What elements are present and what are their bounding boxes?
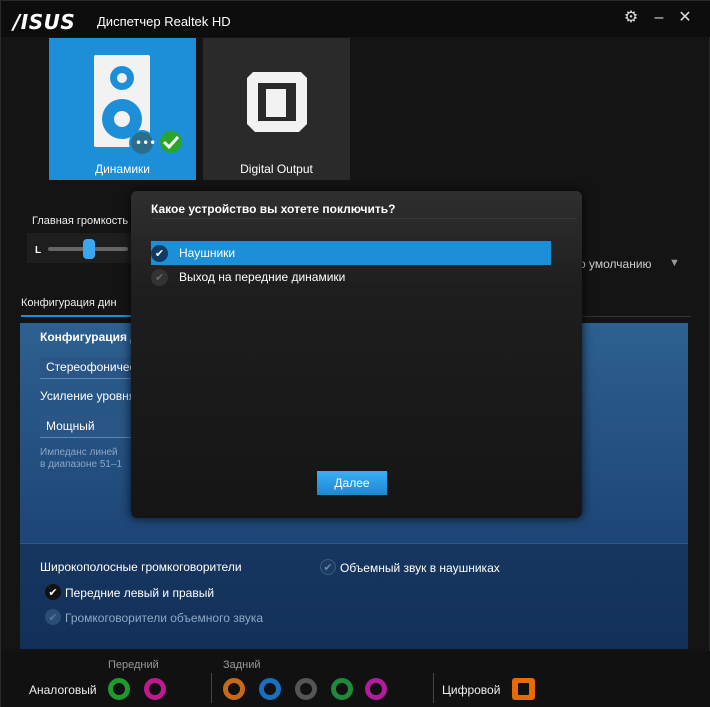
app-title: Диспетчер Realtek HD <box>97 14 231 29</box>
digital-label: Цифровой <box>442 683 501 697</box>
volume-slider-knob[interactable] <box>83 239 95 259</box>
surround-checkbox[interactable]: ✔ <box>45 609 61 625</box>
rear-jack-orange[interactable] <box>223 678 245 700</box>
jack-separator <box>211 673 212 703</box>
realtek-window: /ISUS Диспетчер Realtek HD ⚙ – ✕ ••• Дин… <box>0 0 710 707</box>
minimize-button[interactable]: – <box>650 9 668 27</box>
jack-separator-digital <box>433 673 434 703</box>
option-headphones-label: Наушники <box>179 246 236 260</box>
digital-output-icon <box>247 72 307 132</box>
impedance-line-1: Импеданс линей <box>40 447 118 458</box>
device-label-speakers: Динамики <box>94 162 151 176</box>
config-heading: Конфигурация д <box>40 330 139 344</box>
check-icon: ✔ <box>151 269 168 286</box>
dialog-divider <box>151 218 577 219</box>
device-tile-speakers[interactable]: ••• Динамики <box>49 38 196 180</box>
rear-jack-green[interactable] <box>331 678 353 700</box>
impedance-line-2: в диапазоне 51–1 <box>40 459 123 470</box>
dialog-title: Какое устройство вы хотете поключить? <box>151 202 396 216</box>
front-lr-label: Передние левый и правый <box>65 586 215 600</box>
speaker-config-select[interactable]: Стереофонические <box>40 357 136 379</box>
asus-logo: /ISUS <box>13 10 76 34</box>
front-lr-checkbox[interactable]: ✔ <box>45 584 61 600</box>
rear-jack-blue[interactable] <box>259 678 281 700</box>
device-label-digital-output: Digital Output <box>240 162 313 176</box>
option-front-speakers[interactable]: ✔ Выход на передние динамики <box>151 265 551 289</box>
tab-active-underline <box>21 315 141 317</box>
next-button[interactable]: Далее <box>317 471 387 495</box>
boost-label: Усиление уровня <box>40 389 136 403</box>
surround-label: Громкоговорители объемного звука <box>65 611 264 625</box>
optical-output-icon[interactable] <box>512 678 535 700</box>
front-jack-green[interactable] <box>108 678 130 700</box>
default-device-text: о умолчанию <box>579 257 652 271</box>
speaker-icon: ••• <box>94 55 184 156</box>
virtual-surround-label: Объемный звук в наушниках <box>340 561 500 575</box>
close-button[interactable]: ✕ <box>676 9 694 27</box>
rear-jacks-label: Задний <box>223 659 261 671</box>
tab-speaker-configuration[interactable]: Конфигурация дин <box>21 297 117 309</box>
front-jack-pink[interactable] <box>144 678 166 700</box>
virtual-surround-checkbox[interactable]: ✔ <box>320 559 336 575</box>
settings-gear-icon[interactable]: ⚙ <box>622 9 640 27</box>
svg-text:•••: ••• <box>135 136 156 150</box>
fullrange-speakers-label: Широкополосные громкоговорители <box>40 560 242 574</box>
check-icon: ✔ <box>151 245 168 262</box>
title-bar: /ISUS Диспетчер Realtek HD ⚙ – ✕ <box>1 1 710 37</box>
front-jacks-label: Передний <box>108 659 159 671</box>
device-select-dialog: Какое устройство вы хотете поключить? ✔ … <box>131 191 582 518</box>
chevron-down-icon[interactable]: ▼ <box>669 257 680 269</box>
left-channel-label: L <box>35 245 42 256</box>
boost-select[interactable]: Мощный <box>40 416 136 438</box>
device-tile-digital-output[interactable]: Digital Output <box>203 38 350 180</box>
impedance-note: Импеданс линей в диапазоне 51–1 <box>40 447 122 471</box>
option-headphones[interactable]: ✔ Наушники <box>151 241 551 265</box>
rear-jack-pink[interactable] <box>365 678 387 700</box>
main-volume-label: Главная громкость <box>32 215 129 227</box>
analog-label: Аналоговый <box>29 683 97 697</box>
option-front-speakers-label: Выход на передние динамики <box>179 270 346 284</box>
rear-jack-black[interactable] <box>295 678 317 700</box>
